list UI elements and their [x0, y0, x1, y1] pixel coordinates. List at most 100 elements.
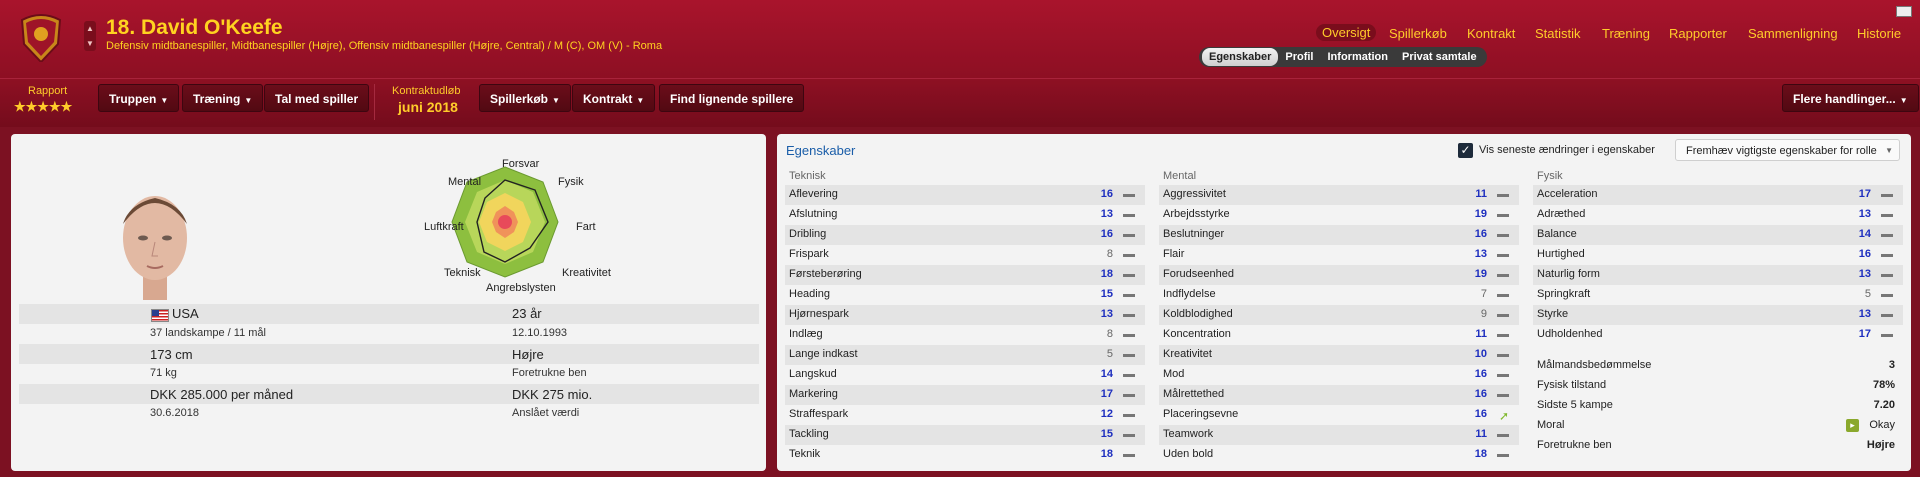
- player-nav-arrows[interactable]: ▲ ▼: [84, 21, 96, 51]
- attribute-row[interactable]: Målrettethed 16: [1159, 385, 1519, 405]
- kontrakt-button-label: Kontrakt: [583, 92, 633, 106]
- attribute-name: Dribling: [789, 228, 827, 240]
- summary-name: Foretrukne ben: [1537, 439, 1612, 451]
- subtab-privat-samtale[interactable]: Privat samtale: [1395, 48, 1484, 66]
- attribute-row[interactable]: Forudseenhed 19: [1159, 265, 1519, 285]
- chevron-down-icon: ▼: [1899, 96, 1908, 105]
- attribute-row[interactable]: Naturlig form 13: [1533, 265, 1903, 285]
- attribute-name: Straffespark: [789, 408, 849, 420]
- kontrakt-value: juni 2018: [398, 99, 458, 115]
- attribute-unchanged-icon: [1123, 314, 1135, 317]
- attribute-row[interactable]: Balance 14: [1533, 225, 1903, 245]
- nav-traening[interactable]: Træning: [1602, 26, 1650, 41]
- radar-label-luftkraft: Luftkraft: [424, 221, 464, 233]
- nav-rapporter[interactable]: Rapporter: [1669, 26, 1727, 41]
- tal-med-spiller-button[interactable]: Tal med spiller: [264, 84, 370, 112]
- attribute-value: 9: [1480, 308, 1487, 320]
- summary-name: Målmandsbedømmelse: [1537, 359, 1652, 371]
- attribute-row[interactable]: Tackling 15: [785, 425, 1145, 445]
- attribute-row[interactable]: Koncentration 11: [1159, 325, 1519, 345]
- find-lignende-button[interactable]: Find lignende spillere: [659, 84, 805, 112]
- attribute-row[interactable]: Straffespark 12: [785, 405, 1145, 425]
- attribute-row[interactable]: Kreativitet 10: [1159, 345, 1519, 365]
- subtab-egenskaber[interactable]: Egenskaber: [1202, 48, 1279, 66]
- info-row-caps: [19, 324, 759, 344]
- attribute-row[interactable]: Afslutning 13: [785, 205, 1145, 225]
- window-flag-icon[interactable]: [1896, 6, 1912, 17]
- rapport-stars[interactable]: ★★★★★: [14, 99, 72, 115]
- attribute-row[interactable]: Teamwork 11: [1159, 425, 1519, 445]
- attribute-row[interactable]: Indlæg 8: [785, 325, 1145, 345]
- attribute-row[interactable]: Flair 13: [1159, 245, 1519, 265]
- attribute-row[interactable]: Udholdenhed 17: [1533, 325, 1903, 345]
- attribute-row[interactable]: Uden bold 18: [1159, 445, 1519, 465]
- attribute-row[interactable]: Koldblodighed 9: [1159, 305, 1519, 325]
- attribute-row[interactable]: Aggressivitet 11: [1159, 185, 1519, 205]
- attribute-row[interactable]: Heading 15: [785, 285, 1145, 305]
- action-bar-divider: [374, 84, 375, 120]
- nav-historie[interactable]: Historie: [1857, 26, 1901, 41]
- attribute-row[interactable]: Langskud 14: [785, 365, 1145, 385]
- summary-value: 7.20: [1873, 399, 1895, 411]
- attribute-row[interactable]: Dribling 16: [785, 225, 1145, 245]
- fysik-header: Fysik: [1537, 170, 1563, 182]
- attribute-row[interactable]: Beslutninger 16: [1159, 225, 1519, 245]
- wage: DKK 285.000 per måned: [150, 387, 294, 402]
- nav-spillerkob[interactable]: Spillerkøb: [1389, 26, 1447, 41]
- attribute-value: 11: [1475, 328, 1487, 340]
- attribute-row[interactable]: Styrke 13: [1533, 305, 1903, 325]
- summary-value: 3: [1888, 359, 1895, 371]
- flere-handlinger-button[interactable]: Flere handlinger... ▼: [1782, 84, 1919, 112]
- attribute-row[interactable]: Frispark 8: [785, 245, 1145, 265]
- nav-oversigt[interactable]: Oversigt: [1316, 24, 1377, 41]
- attribute-row[interactable]: Arbejdsstyrke 19: [1159, 205, 1519, 225]
- attribute-row[interactable]: Aflevering 16: [785, 185, 1145, 205]
- attribute-value: 16: [1474, 368, 1487, 380]
- attribute-name: Koncentration: [1163, 328, 1231, 340]
- nav-statistik[interactable]: Statistik: [1535, 26, 1581, 41]
- attribute-unchanged-icon: [1123, 194, 1135, 197]
- attribute-unchanged-icon: [1497, 194, 1509, 197]
- subtab-profil[interactable]: Profil: [1278, 48, 1320, 66]
- show-changes-checkbox[interactable]: ✓: [1458, 143, 1473, 158]
- attribute-value: 16: [1100, 228, 1113, 240]
- attribute-row[interactable]: Hurtighed 16: [1533, 245, 1903, 265]
- attribute-row[interactable]: Springkraft 5: [1533, 285, 1903, 305]
- chevron-down-icon: ▼: [636, 96, 645, 105]
- attribute-name: Frispark: [789, 248, 829, 260]
- attribute-row[interactable]: Teknik 18: [785, 445, 1145, 465]
- attribute-row[interactable]: Hjørnespark 13: [785, 305, 1145, 325]
- us-flag-icon: [151, 309, 169, 322]
- attribute-row[interactable]: Lange indkast 5: [785, 345, 1145, 365]
- attribute-value: 19: [1474, 268, 1487, 280]
- chevron-down-icon: ▼: [552, 96, 560, 105]
- arrow-up-icon[interactable]: ▲: [84, 21, 96, 36]
- attribute-row[interactable]: Mod 16: [1159, 365, 1519, 385]
- attribute-row[interactable]: Placeringsevne 16 ➚: [1159, 405, 1519, 425]
- spillerkob-button[interactable]: Spillerkøb ▼: [479, 84, 571, 112]
- attribute-value: 5: [1864, 288, 1871, 300]
- radar-label-fysik: Fysik: [558, 176, 584, 188]
- highlight-role-dropdown[interactable]: Fremhæv vigtigste egenskaber for rolle ▼: [1675, 139, 1900, 161]
- kontrakt-button[interactable]: Kontrakt ▼: [572, 84, 656, 112]
- attribute-row[interactable]: Førsteberøring 18: [785, 265, 1145, 285]
- attribute-row[interactable]: Markering 17: [785, 385, 1145, 405]
- attribute-row[interactable]: Acceleration 17: [1533, 185, 1903, 205]
- arrow-down-icon[interactable]: ▼: [84, 36, 96, 51]
- attribute-row[interactable]: Indflydelse 7: [1159, 285, 1519, 305]
- traening-button[interactable]: Træning ▼: [182, 84, 264, 112]
- attribute-row[interactable]: Adræthed 13: [1533, 205, 1903, 225]
- subtab-information[interactable]: Information: [1321, 48, 1396, 66]
- summary-row: Foretrukne ben Højre: [1533, 436, 1903, 456]
- radar-label-forsvar: Forsvar: [502, 158, 540, 170]
- attribute-name: Balance: [1537, 228, 1577, 240]
- teknisk-header: Teknisk: [789, 170, 826, 182]
- truppen-button[interactable]: Truppen ▼: [98, 84, 180, 112]
- show-changes-label[interactable]: Vis seneste ændringer i egenskaber: [1479, 144, 1655, 156]
- nav-sammenligning[interactable]: Sammenligning: [1748, 26, 1838, 41]
- preferred-foot-label: Foretrukne ben: [512, 367, 587, 379]
- attribute-unchanged-icon: [1881, 274, 1893, 277]
- attribute-name: Naturlig form: [1537, 268, 1600, 280]
- nav-kontrakt[interactable]: Kontrakt: [1467, 26, 1515, 41]
- attribute-name: Målrettethed: [1163, 388, 1225, 400]
